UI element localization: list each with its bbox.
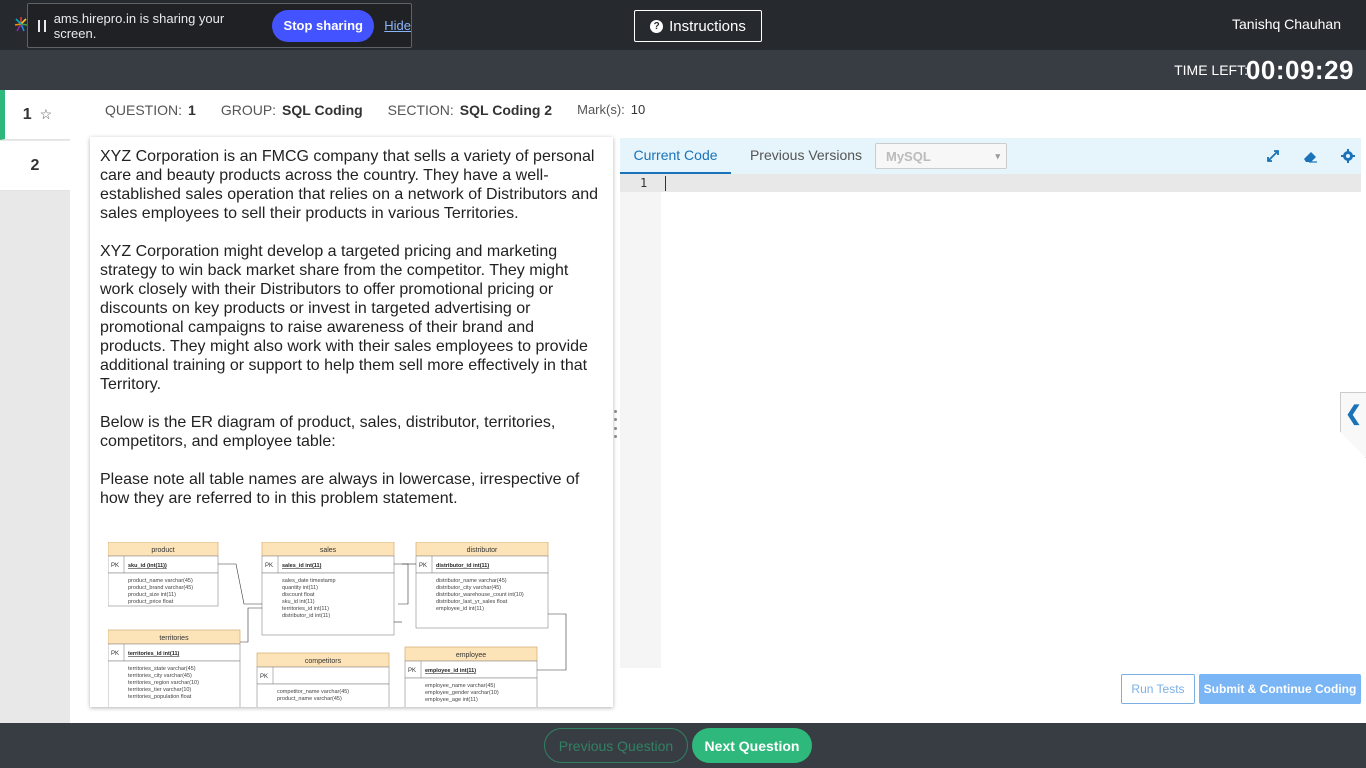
svg-text:product_size int(11): product_size int(11) — [128, 592, 176, 598]
expand-icon[interactable] — [1265, 148, 1281, 164]
question-meta-section: SECTION: SQL Coding 2 — [387, 102, 553, 118]
svg-text:distributor: distributor — [467, 547, 498, 554]
svg-text:employee_gender varchar(10): employee_gender varchar(10) — [425, 690, 499, 696]
svg-text:employee_name varchar(45): employee_name varchar(45) — [425, 683, 495, 689]
svg-text:territories_id int(11): territories_id int(11) — [282, 606, 329, 612]
svg-text:territories: territories — [159, 635, 189, 642]
timer-bar — [0, 50, 1366, 90]
instructions-label: Instructions — [669, 17, 746, 35]
tab-previous-versions[interactable]: Previous Versions — [740, 138, 872, 172]
svg-text:sku_id (int(11)): sku_id (int(11)) — [128, 563, 167, 569]
share-message: ams.hirepro.in is sharing your screen. — [53, 10, 225, 41]
svg-text:territories_id int(11): territories_id int(11) — [128, 651, 180, 657]
question-nav-item-2[interactable]: 2 — [0, 141, 70, 191]
svg-text:distributor_last_yr_sales floa: distributor_last_yr_sales float — [436, 599, 508, 605]
panel-splitter[interactable] — [614, 410, 618, 438]
svg-text:distributor_name varchar(45): distributor_name varchar(45) — [436, 578, 507, 584]
er-table-territories: territories PK territories_id int(11) te… — [108, 629, 241, 707]
text-cursor — [665, 176, 666, 191]
er-table-distributor: distributor PK distributor_id int(11) di… — [415, 542, 549, 629]
question-panel[interactable]: XYZ Corporation is an FMCG company that … — [90, 137, 613, 707]
time-left-value: 00:09:29 — [1245, 55, 1354, 85]
svg-text:territories_state varchar(45): territories_state varchar(45) — [128, 666, 196, 672]
svg-text:employee_id int(11): employee_id int(11) — [436, 606, 484, 612]
svg-text:sales_id int(11): sales_id int(11) — [282, 563, 322, 569]
svg-text:discount float: discount float — [282, 592, 315, 598]
hirepro-logo-icon — [14, 17, 28, 32]
submit-continue-button[interactable]: Submit & Continue Coding — [1199, 674, 1361, 704]
svg-text:product_name varchar(45): product_name varchar(45) — [128, 578, 193, 584]
question-meta-marks: Mark(s): 10 — [577, 102, 646, 117]
previous-question-button[interactable]: Previous Question — [544, 728, 688, 763]
svg-text:territories_tier varchar(10): territories_tier varchar(10) — [128, 687, 191, 693]
svg-text:sku_id int(11): sku_id int(11) — [282, 599, 315, 605]
svg-text:product_price float: product_price float — [128, 599, 174, 605]
question-circle-icon: ? — [650, 19, 664, 33]
svg-text:territories_region varchar(10): territories_region varchar(10) — [128, 680, 199, 686]
svg-text:PK: PK — [419, 563, 427, 569]
svg-text:distributor_warehouse_count in: distributor_warehouse_count int(10) — [436, 592, 524, 598]
svg-text:distributor_city varchar(45): distributor_city varchar(45) — [436, 585, 501, 591]
hide-link[interactable]: Hide — [384, 18, 411, 33]
next-question-button[interactable]: Next Question — [692, 728, 812, 763]
question-paragraph: Please note all table names are always i… — [100, 471, 580, 507]
svg-text:employee_age int(11): employee_age int(11) — [425, 697, 478, 703]
language-value: MySQL — [886, 148, 931, 164]
question-meta-question: QUESTION: 1 — [105, 102, 196, 118]
svg-text:employee_id int(11): employee_id int(11) — [425, 668, 476, 674]
tab-current-code[interactable]: Current Code — [620, 138, 731, 174]
svg-text:distributor_id int(11): distributor_id int(11) — [282, 613, 330, 619]
question-number: 1 — [22, 105, 32, 123]
svg-text:PK: PK — [265, 563, 273, 569]
question-number: 2 — [30, 156, 40, 174]
svg-text:distributor_id int(11): distributor_id int(11) — [436, 563, 489, 569]
star-icon[interactable]: ☆ — [40, 106, 53, 123]
er-table-title: product — [151, 547, 174, 554]
svg-text:PK: PK — [111, 563, 119, 569]
editor-tabs: Current Code Previous Versions MySQL ▾ — [620, 138, 1361, 174]
question-paragraph: XYZ Corporation is an FMCG company that … — [100, 148, 599, 222]
code-input[interactable] — [661, 174, 1361, 668]
er-table-competitors: competitors PK competitor_name varchar(4… — [256, 652, 390, 707]
question-meta-group: GROUP: SQL Coding — [220, 102, 363, 118]
chevron-down-icon: ▾ — [995, 150, 1000, 161]
svg-text:PK: PK — [260, 674, 268, 680]
chevron-left-icon: ❮ — [1345, 403, 1362, 425]
svg-text:competitors: competitors — [305, 658, 342, 665]
language-select[interactable]: MySQL ▾ — [875, 143, 1007, 169]
question-text: XYZ Corporation is an FMCG company that … — [90, 137, 613, 508]
screen-share-bar: ams.hirepro.in is sharing your screen. S… — [27, 3, 412, 48]
question-meta: QUESTION: 1 GROUP: SQL Coding SECTION: SQL … — [105, 102, 645, 118]
pause-icon — [38, 19, 46, 32]
line-gutter — [620, 174, 661, 668]
eraser-icon[interactable] — [1302, 148, 1318, 164]
svg-text:product_brand varchar(45): product_brand varchar(45) — [128, 585, 193, 591]
svg-text:sales: sales — [320, 547, 337, 554]
er-table-product: product PK sku_id (int(11)) product_name… — [108, 542, 219, 607]
question-paragraph: Below is the ER diagram of product, sale… — [100, 414, 556, 450]
question-nav-item-1[interactable]: 1 ☆ — [0, 90, 70, 140]
user-name: Tanishq Chauhan — [1232, 16, 1341, 32]
active-line — [620, 174, 1361, 192]
svg-text:sales_date timestamp: sales_date timestamp — [282, 578, 336, 584]
time-left-label: TIME LEFT: — [1174, 62, 1248, 78]
code-editor[interactable]: 1 — [620, 174, 1361, 668]
question-paragraph: XYZ Corporation might develop a targeted… — [100, 243, 588, 393]
svg-text:competitor_name varchar(45): competitor_name varchar(45) — [277, 689, 349, 695]
svg-text:territories_population float: territories_population float — [128, 694, 192, 700]
svg-text:PK: PK — [408, 668, 416, 674]
er-diagram: product PK sku_id (int(11)) product_name… — [108, 542, 567, 707]
svg-text:territories_city varchar(45): territories_city varchar(45) — [128, 673, 192, 679]
svg-text:product_name varchar(45): product_name varchar(45) — [277, 696, 342, 702]
run-tests-button[interactable]: Run Tests — [1121, 674, 1195, 704]
er-table-employee: employee PK employee_id int(11) employee… — [404, 646, 538, 707]
svg-text:quantity int(11): quantity int(11) — [282, 585, 318, 591]
line-number: 1 — [640, 176, 648, 190]
svg-text:PK: PK — [111, 651, 119, 657]
stop-sharing-button[interactable]: Stop sharing — [272, 9, 375, 42]
gear-icon[interactable] — [1340, 148, 1356, 164]
er-table-sales: sales PK sales_id int(11) sales_date tim… — [261, 542, 395, 636]
svg-text:employee: employee — [456, 652, 486, 659]
instructions-button[interactable]: ? Instructions — [634, 10, 762, 42]
